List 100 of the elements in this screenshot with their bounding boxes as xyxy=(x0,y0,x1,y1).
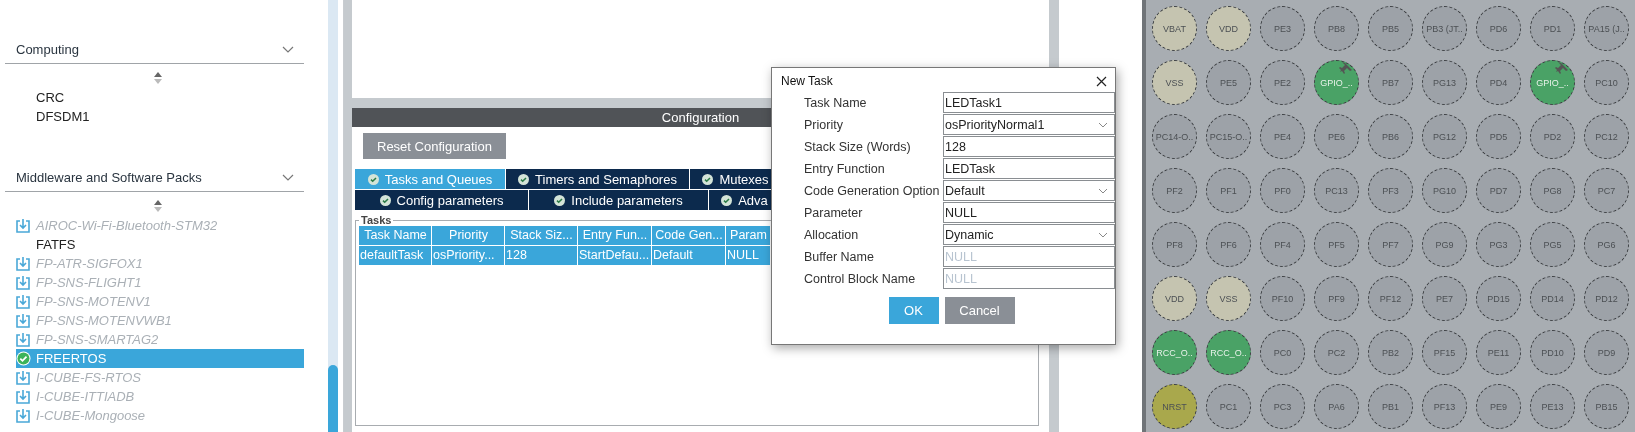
tab[interactable]: Timers and Semaphores xyxy=(506,169,689,189)
pin[interactable]: PE3 xyxy=(1260,6,1305,51)
pin[interactable]: VBAT xyxy=(1152,6,1197,51)
pin[interactable]: PB3 (JT.. xyxy=(1422,6,1467,51)
pin[interactable]: PC1 xyxy=(1206,384,1251,429)
pin[interactable]: PF15 xyxy=(1422,330,1467,375)
close-icon[interactable] xyxy=(1096,75,1107,87)
pin[interactable]: PF13 xyxy=(1422,384,1467,429)
pin[interactable]: RCC_O.. xyxy=(1152,330,1197,375)
pin[interactable]: PD4 xyxy=(1476,60,1521,105)
pin[interactable]: PF12 xyxy=(1368,276,1413,321)
pin[interactable]: PG10 xyxy=(1422,168,1467,213)
table-cell[interactable]: Default xyxy=(652,246,725,265)
pin[interactable]: PG9 xyxy=(1422,222,1467,267)
sidebar-item[interactable]: AIROC-Wi-Fi-Bluetooth-STM32 xyxy=(16,216,304,235)
sidebar-item[interactable]: I-CUBE-ITTIADB xyxy=(16,387,304,406)
pin[interactable]: VDD xyxy=(1206,6,1251,51)
pin[interactable]: PF4 xyxy=(1260,222,1305,267)
pin[interactable]: PE9 xyxy=(1476,384,1521,429)
sidebar-item[interactable]: FREERTOS xyxy=(16,349,304,368)
pin[interactable]: PE11 xyxy=(1476,330,1521,375)
table-cell[interactable]: NULL xyxy=(726,246,770,265)
input-field[interactable]: 128 xyxy=(943,136,1115,157)
ok-button[interactable]: OK xyxy=(888,297,939,324)
pin[interactable]: PC7 xyxy=(1584,168,1629,213)
pin[interactable]: PC2 xyxy=(1314,330,1359,375)
pin[interactable]: PF0 xyxy=(1260,168,1305,213)
pin[interactable]: PG6 xyxy=(1584,222,1629,267)
sidebar-item[interactable]: FP-SNS-MOTENV1 xyxy=(16,292,304,311)
input-field[interactable]: NULL xyxy=(943,202,1115,223)
tab[interactable]: Include parameters xyxy=(529,190,708,210)
pin[interactable]: NRST xyxy=(1152,384,1197,429)
sidebar-item[interactable]: FP-SNS-FLIGHT1 xyxy=(16,273,304,292)
dropdown[interactable]: Default xyxy=(943,180,1115,201)
input-field[interactable]: NULL xyxy=(943,246,1115,267)
sidebar-item[interactable]: FP-SNS-MOTENVWB1 xyxy=(16,311,304,330)
pin[interactable]: PB6 xyxy=(1368,114,1413,159)
chevron-down-icon[interactable] xyxy=(282,45,294,54)
pin[interactable]: PB5 xyxy=(1368,6,1413,51)
sidebar-item[interactable]: FATFS xyxy=(16,235,304,254)
pin[interactable]: PC14-O.. xyxy=(1152,114,1197,159)
pin[interactable]: PG12 xyxy=(1422,114,1467,159)
pin[interactable]: PF3 xyxy=(1368,168,1413,213)
pin[interactable]: PF2 xyxy=(1152,168,1197,213)
table-cell[interactable]: 128 xyxy=(505,246,577,265)
pin[interactable]: PE7 xyxy=(1422,276,1467,321)
pin[interactable]: PD14 xyxy=(1530,276,1575,321)
pin[interactable]: PD9 xyxy=(1584,330,1629,375)
dropdown[interactable]: Dynamic xyxy=(943,224,1115,245)
pin[interactable]: PD10 xyxy=(1530,330,1575,375)
pin[interactable]: PD12 xyxy=(1584,276,1629,321)
section-title[interactable]: Middleware and Software Packs xyxy=(16,170,202,185)
sidebar-item[interactable]: I-CUBE-FS-RTOS xyxy=(16,368,304,387)
pin[interactable]: PF6 xyxy=(1206,222,1251,267)
pin[interactable]: PF1 xyxy=(1206,168,1251,213)
column-header[interactable]: Stack Siz... xyxy=(505,226,577,245)
pin[interactable]: PB15 xyxy=(1584,384,1629,429)
pin[interactable]: PC10 xyxy=(1584,60,1629,105)
pin[interactable]: PA15 (J.. xyxy=(1584,6,1629,51)
pin[interactable]: PD1 xyxy=(1530,6,1575,51)
sidebar-item[interactable]: FP-ATR-SIGFOX1 xyxy=(16,254,304,273)
pin[interactable]: PC12 xyxy=(1584,114,1629,159)
sidebar-item[interactable]: CRC xyxy=(16,88,304,107)
scrollbar-thumb[interactable] xyxy=(327,365,338,432)
pin[interactable]: RCC_O.. xyxy=(1206,330,1251,375)
pin[interactable]: PG13 xyxy=(1422,60,1467,105)
pin[interactable]: PB8 xyxy=(1314,6,1359,51)
column-header[interactable]: Param xyxy=(726,226,770,245)
pin[interactable]: VSS xyxy=(1206,276,1251,321)
table-cell[interactable]: StartDefau... xyxy=(578,246,651,265)
pin[interactable]: PF7 xyxy=(1368,222,1413,267)
sidebar-item[interactable]: FP-SNS-SMARTAG2 xyxy=(16,330,304,349)
pin[interactable]: PC13 xyxy=(1314,168,1359,213)
pin[interactable]: PD5 xyxy=(1476,114,1521,159)
pin[interactable]: PD15 xyxy=(1476,276,1521,321)
pin[interactable]: PG8 xyxy=(1530,168,1575,213)
pin[interactable]: PE5 xyxy=(1206,60,1251,105)
pin[interactable]: PE6 xyxy=(1314,114,1359,159)
pin[interactable]: PC3 xyxy=(1260,384,1305,429)
pin[interactable]: PD2 xyxy=(1530,114,1575,159)
pin[interactable]: PG3 xyxy=(1476,222,1521,267)
column-header[interactable]: Code Gen... xyxy=(652,226,725,245)
table-cell[interactable]: defaultTask xyxy=(359,246,431,265)
reset-button[interactable]: Reset Configuration xyxy=(363,133,506,159)
tab[interactable]: Tasks and Queues xyxy=(355,169,505,189)
pin[interactable]: PA6 xyxy=(1314,384,1359,429)
pin[interactable]: PC15-O.. xyxy=(1206,114,1251,159)
section-title[interactable]: Computing xyxy=(16,42,79,57)
table-cell[interactable]: osPriority... xyxy=(432,246,504,265)
pin[interactable]: GPIO_.. xyxy=(1530,60,1575,105)
pin[interactable]: PF8 xyxy=(1152,222,1197,267)
sidebar-item[interactable]: I-CUBE-Mongoose xyxy=(16,406,304,425)
pin[interactable]: PF9 xyxy=(1314,276,1359,321)
pin[interactable]: PD6 xyxy=(1476,6,1521,51)
pin[interactable]: PC0 xyxy=(1260,330,1305,375)
pin[interactable]: VDD xyxy=(1152,276,1197,321)
pin[interactable]: GPIO_.. xyxy=(1314,60,1359,105)
sidebar-item[interactable]: DFSDM1 xyxy=(16,107,304,126)
column-header[interactable]: Priority xyxy=(432,226,504,245)
dropdown[interactable]: osPriorityNormal1 xyxy=(943,114,1115,135)
